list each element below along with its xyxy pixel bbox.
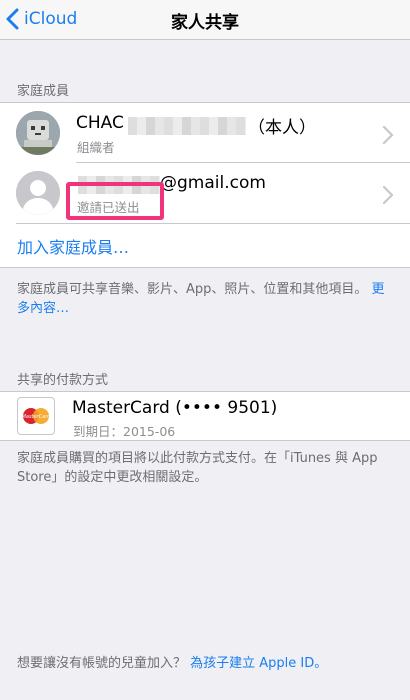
member-name-prefix: CHAC	[76, 113, 124, 133]
card-expiry: 到期日：2015-06	[73, 424, 176, 439]
payment-note: 家庭成員購買的項目將以此付款方式支付。在「iTunes 與 App Store」…	[17, 451, 378, 485]
member-self-suffix: （本人）	[248, 118, 316, 138]
member-role: 組織者	[77, 140, 115, 155]
family-member-row-invited[interactable]: @gmail.com 邀請已送出	[0, 163, 410, 223]
row-divider	[16, 223, 410, 224]
payment-section-header: 共享的付款方式	[17, 373, 109, 388]
create-child-apple-id-link[interactable]: 為孩子建立 Apple ID。	[190, 656, 327, 671]
mastercard-logo-text: MasterCard	[22, 414, 52, 420]
mastercard-logo: MasterCard	[17, 397, 55, 435]
page-title: 家人共享	[171, 13, 239, 33]
chevron-right-icon	[382, 185, 394, 205]
chevron-right-icon	[382, 125, 394, 145]
payment-group: MasterCard MasterCard (•••• 9501) 到期日：20…	[0, 391, 410, 441]
family-sharing-screen: iCloud 家人共享 家庭成員 CHAC （本人） 組織者 @gmail.co…	[0, 0, 410, 700]
family-sharing-note: 家庭成員可共享音樂、影片、App、照片、位置和其他項目。 更多內容…	[17, 280, 393, 318]
avatar	[16, 111, 60, 155]
member-email: @gmail.com	[160, 173, 266, 193]
person-placeholder-icon	[16, 171, 60, 215]
family-note-text: 家庭成員可共享音樂、影片、App、照片、位置和其他項目。	[17, 282, 368, 297]
add-family-member-button[interactable]: 加入家庭成員…	[17, 234, 129, 258]
card-name: MasterCard (•••• 9501)	[72, 398, 278, 418]
family-member-row-self[interactable]: CHAC （本人） 組織者	[0, 103, 410, 163]
footer-text: 想要讓沒有帳號的兒童加入？	[17, 656, 187, 671]
mastercard-icon: MasterCard	[22, 408, 52, 424]
redacted-name	[128, 117, 246, 135]
navigation-bar: iCloud 家人共享	[0, 0, 410, 40]
family-section-header: 家庭成員	[17, 84, 70, 99]
avatar-photo-icon	[16, 111, 60, 155]
invite-status: 邀請已送出	[77, 200, 140, 215]
footer-note: 想要讓沒有帳號的兒童加入？ 為孩子建立 Apple ID。	[17, 652, 400, 671]
payment-method-row[interactable]: MasterCard MasterCard (•••• 9501) 到期日：20…	[0, 392, 410, 440]
avatar	[16, 171, 60, 215]
family-members-group: CHAC （本人） 組織者 @gmail.com 邀請已送出 加入家庭成員…	[0, 102, 410, 268]
